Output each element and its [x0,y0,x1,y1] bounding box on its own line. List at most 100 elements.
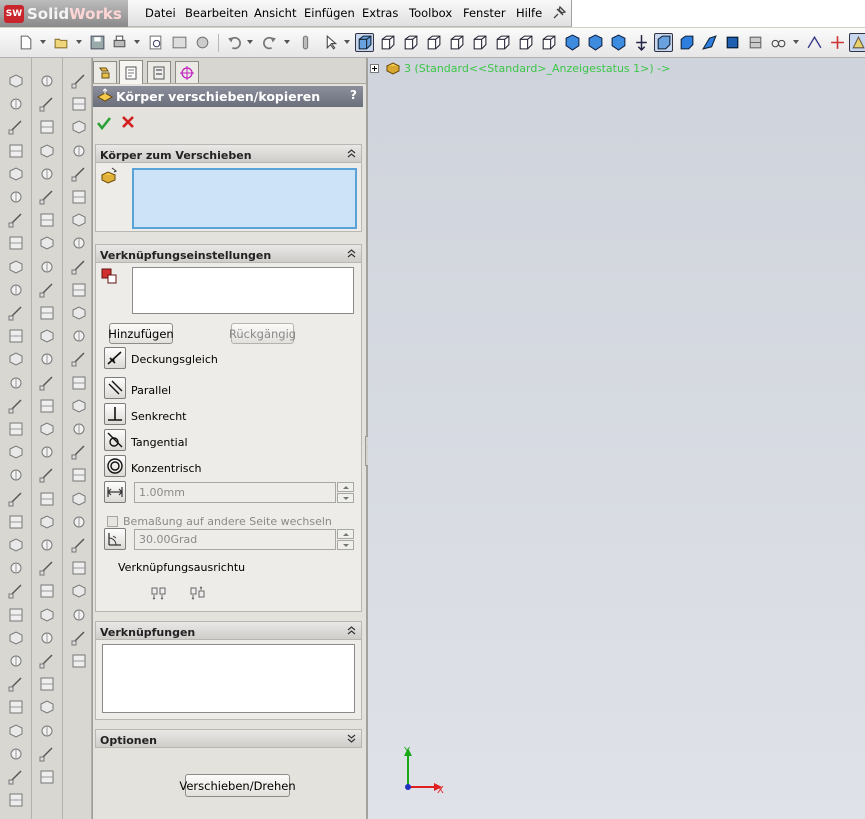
shaded-edges-icon[interactable] [609,33,628,52]
view-bottom-cube-icon[interactable] [470,33,489,52]
tab-featuremanager[interactable] [93,61,117,83]
construction-icon[interactable] [38,582,56,600]
trim-extend-icon[interactable] [70,606,88,624]
coincident-mate-button[interactable] [104,347,126,369]
ellipse-icon[interactable] [38,327,56,345]
toolbox-more-icon[interactable] [70,652,88,670]
thicken-icon[interactable] [7,490,25,508]
view-top-cube-icon[interactable] [447,33,466,52]
bodies-selection-box[interactable] [132,168,357,229]
anti-aligned-icon[interactable] [189,585,207,601]
offset-icon[interactable] [38,397,56,415]
fillet-sketch-icon[interactable] [38,513,56,531]
spin-up-icon[interactable] [337,482,354,492]
line-icon[interactable] [38,118,56,136]
ruled-icon[interactable] [70,420,88,438]
end-cap-icon[interactable] [70,582,88,600]
group-header-mates[interactable]: Verknüpfungen [96,622,361,640]
collapse-chevron-icon[interactable] [346,248,357,259]
glasses-icon[interactable] [769,33,788,52]
helix-icon[interactable] [70,281,88,299]
concentric-mate-button[interactable] [104,455,126,477]
flat-icon[interactable] [38,768,56,786]
print-preview-icon[interactable] [146,33,165,52]
rib-icon[interactable] [7,234,25,252]
options-icon[interactable] [193,33,212,52]
cancel-x-icon[interactable] [121,115,135,129]
loft-icon[interactable] [7,142,25,160]
polygon-icon[interactable] [38,350,56,368]
extend-icon[interactable] [70,397,88,415]
axis-icon[interactable] [7,722,25,740]
fill-surface-icon[interactable] [70,304,88,322]
scale-icon[interactable] [7,629,25,647]
mirror-icon[interactable] [7,327,25,345]
centerline-icon[interactable] [38,142,56,160]
cut-list-icon[interactable] [70,536,88,554]
menu-bearbeiten[interactable]: Bearbeiten [185,6,248,20]
open-folder-icon[interactable] [52,33,71,52]
shaded-icon[interactable] [586,33,605,52]
parallel-mate-button[interactable] [104,377,126,399]
circular-pattern-icon[interactable] [38,490,56,508]
revolve-icon[interactable] [7,95,25,113]
arc-icon[interactable] [38,258,56,276]
select-arrow-icon[interactable] [322,33,341,52]
spin-up-icon[interactable] [337,529,354,539]
aligned-icon[interactable] [150,585,168,601]
combine-icon[interactable] [7,443,25,461]
gusset-icon[interactable] [70,559,88,577]
save-icon[interactable] [88,33,107,52]
sketch-icon[interactable] [38,72,56,90]
text-icon[interactable] [38,559,56,577]
replace-face-icon[interactable] [70,466,88,484]
plane-icon[interactable] [7,698,25,716]
trim-icon[interactable] [38,374,56,392]
print-icon[interactable] [110,33,129,52]
flyout-feature-tree[interactable]: 3 (Standard<<Standard>_Anzeigestatus 1>)… [368,60,670,76]
curve-icon[interactable] [7,652,25,670]
menu-extras[interactable]: Extras [362,6,398,20]
delete-face-icon[interactable] [70,443,88,461]
tangent-mate-button[interactable] [104,429,126,451]
relation-icon[interactable] [38,606,56,624]
edit-icon[interactable] [170,33,189,52]
pattern-icon[interactable] [7,304,25,322]
fix-icon[interactable] [38,629,56,647]
mirror-entities-icon[interactable] [38,443,56,461]
surface-icon[interactable] [7,675,25,693]
view-right-cube-icon[interactable] [424,33,443,52]
mate-entities-box[interactable] [132,267,354,314]
normal-to-icon[interactable] [563,33,582,52]
chamfer-sketch-icon[interactable] [38,536,56,554]
view-dimetric-cube-icon[interactable] [539,33,558,52]
smart-dim-icon[interactable] [38,95,56,113]
extrude-icon[interactable] [7,72,25,90]
fillet-icon[interactable] [7,165,25,183]
display-style-icon[interactable] [746,33,765,52]
wrap-icon[interactable] [7,374,25,392]
tab-propertymanager[interactable] [119,60,143,84]
view-trimetric-cube-icon[interactable] [516,33,535,52]
sketch-relations-icon[interactable] [805,33,824,52]
mates-list[interactable] [102,644,355,713]
split-line-icon[interactable] [70,211,88,229]
dome-icon[interactable] [7,350,25,368]
expand-tree-icon[interactable] [370,63,379,73]
undo-icon[interactable] [225,33,244,52]
toolbar-overflow-icon[interactable] [849,33,865,52]
snap-icon[interactable] [38,698,56,716]
perpendicular-mate-button[interactable] [104,403,126,425]
group-header-mate-settings[interactable]: Verknüpfungseinstellungen [96,245,361,263]
bend-icon[interactable] [38,745,56,763]
hidden-lines-cube-icon[interactable] [677,33,696,52]
grid-icon[interactable] [38,675,56,693]
new-document-icon[interactable] [16,33,35,52]
group-header-bodies[interactable]: Körper zum Verschieben [96,145,361,163]
indent-icon[interactable] [7,606,25,624]
pin-icon[interactable] [551,5,567,21]
loop-icon[interactable] [70,118,88,136]
collapse-chevron-icon[interactable] [346,625,357,636]
help-button[interactable]: ? [350,88,357,102]
move-body-icon[interactable] [7,420,25,438]
